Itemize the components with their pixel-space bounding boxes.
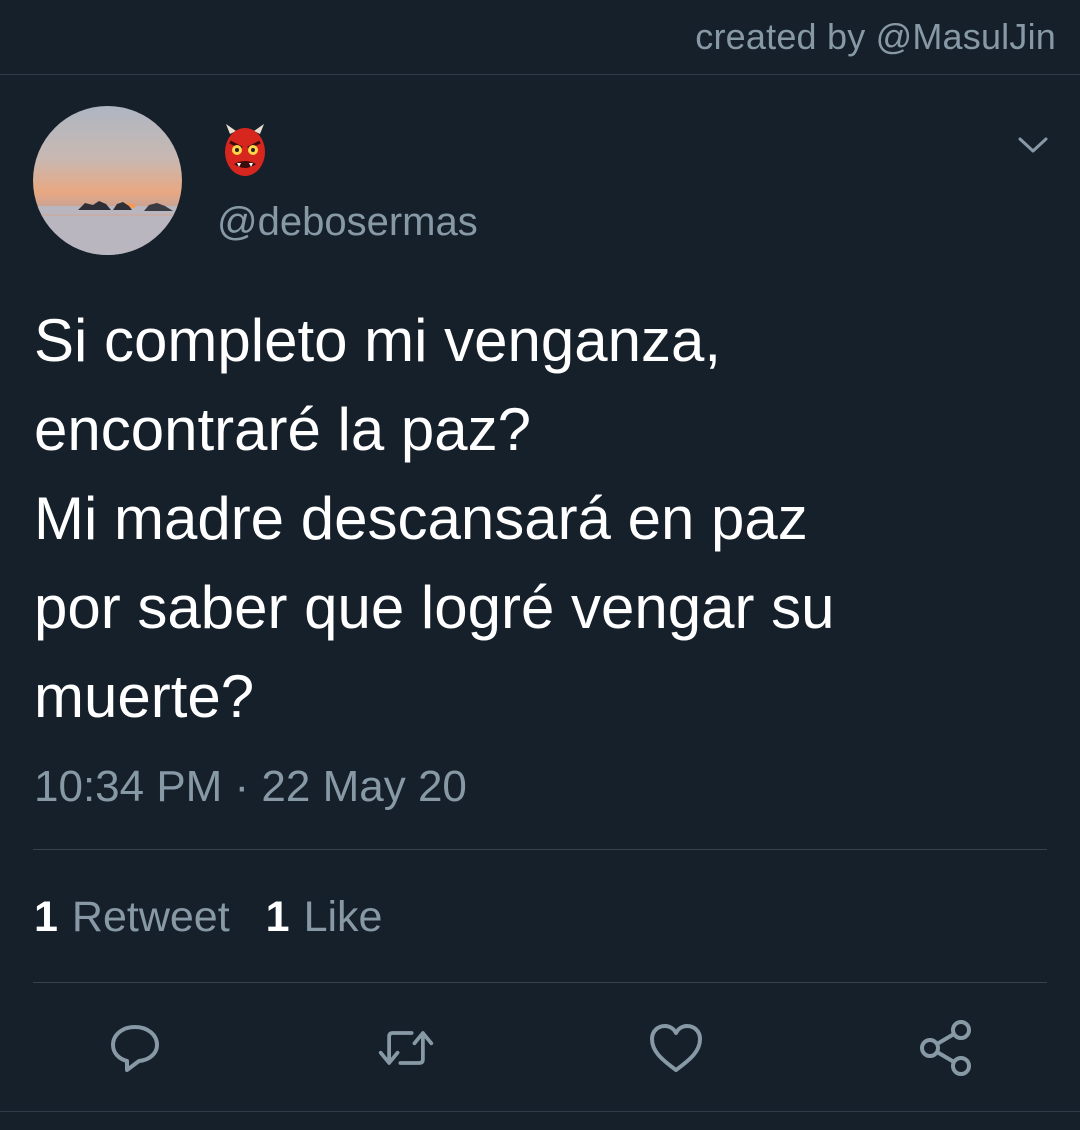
action-bar — [0, 1018, 1080, 1078]
header-divider — [0, 74, 1080, 75]
retweet-icon — [378, 1031, 434, 1065]
watermark: created by @MasulJin — [695, 16, 1056, 57]
retweets-count: 1 — [34, 893, 58, 941]
avatar[interactable] — [33, 106, 182, 255]
heart-icon — [650, 1024, 702, 1072]
avatar-image — [33, 106, 182, 255]
chevron-down-icon[interactable] — [1016, 133, 1050, 157]
retweets-label: Retweet — [71, 893, 230, 941]
share-button[interactable] — [916, 1018, 976, 1078]
likes-stat[interactable]: 1 Like — [266, 893, 383, 942]
footer-divider — [0, 1111, 1080, 1112]
tweet-screen: created by @MasulJin @debosermas Si comp… — [0, 0, 1080, 1130]
display-name-oni-mask-icon — [220, 124, 270, 180]
user-handle[interactable]: @debosermas — [217, 200, 478, 245]
retweets-stat[interactable]: 1 Retweet — [34, 893, 230, 942]
reply-button[interactable] — [105, 1018, 165, 1078]
like-button[interactable] — [646, 1018, 706, 1078]
engagement-stats: 1 Retweet 1 Like — [34, 893, 382, 942]
share-icon — [920, 1020, 971, 1076]
stats-bottom-divider — [33, 982, 1047, 983]
stats-top-divider — [33, 849, 1047, 850]
reply-icon — [111, 1025, 159, 1072]
retweet-button[interactable] — [376, 1018, 436, 1078]
likes-label: Like — [303, 893, 383, 941]
likes-count: 1 — [265, 893, 290, 941]
tweet-text: Si completo mi venganza, encontraré la p… — [34, 307, 835, 730]
tweet-timestamp: 10:34 PM · 22 May 20 — [34, 762, 467, 811]
